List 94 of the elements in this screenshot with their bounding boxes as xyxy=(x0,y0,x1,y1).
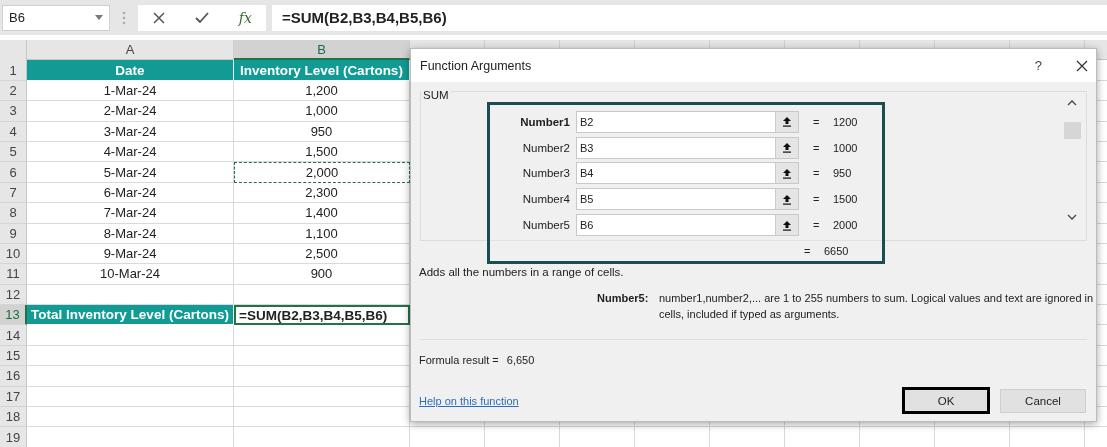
row-header[interactable]: 19 xyxy=(0,427,27,447)
formula-result-label: Formula result = xyxy=(419,354,499,366)
equals-sign: = xyxy=(813,141,821,154)
scroll-thumb[interactable] xyxy=(1063,121,1081,139)
table-cell: 5-Mar-24 xyxy=(27,162,234,183)
equals-sign: = xyxy=(804,245,812,257)
argument-label: Number4 xyxy=(521,193,571,206)
argument-result: 950 xyxy=(833,167,852,180)
dialog-title: Function Arguments xyxy=(420,58,533,73)
table-cell: 4-Mar-24 xyxy=(27,141,234,163)
table-cell: =SUM(B2,B3,B4,B5,B6) xyxy=(234,305,410,326)
table-cell: 6-Mar-24 xyxy=(27,182,234,204)
formula-field[interactable]: =SUM(B2,B3,B4,B5,B6) xyxy=(272,4,1107,31)
function-description: Adds all the numbers in a range of cells. xyxy=(419,266,624,278)
column-header[interactable]: A xyxy=(27,40,234,61)
row-header[interactable]: 1 xyxy=(0,60,27,81)
argument-help-text: number1,number2,... are 1 to 255 numbers to sum. Logical values and text are ignored in cells, included if typed as arguments. xyxy=(659,291,1095,322)
argument-result: 2000 xyxy=(833,219,858,232)
argument-label: Number3 xyxy=(521,167,571,180)
equals-sign: = xyxy=(813,193,821,206)
arrow-up-icon xyxy=(782,142,792,154)
scroll-up-icon[interactable] xyxy=(1067,100,1077,106)
argument-result: 1500 xyxy=(833,193,858,206)
checkmark-icon[interactable] xyxy=(194,10,211,25)
row-header[interactable]: 4 xyxy=(0,121,27,142)
name-box[interactable]: B6 xyxy=(2,4,110,31)
row-header[interactable]: 17 xyxy=(0,386,27,408)
function-name: SUM xyxy=(421,89,451,101)
argument-help-label: Number5: xyxy=(597,291,650,306)
row-header[interactable]: 9 xyxy=(0,223,27,244)
table-cell: 9-Mar-24 xyxy=(27,243,234,265)
argument-result: 1000 xyxy=(833,141,858,154)
row-header[interactable]: 3 xyxy=(0,101,27,122)
total-result: 6650 xyxy=(824,245,849,257)
row-header[interactable]: 14 xyxy=(0,325,27,346)
table-cell: 1,400 xyxy=(234,203,410,224)
dropdown-icon xyxy=(95,15,103,20)
collapse-button[interactable] xyxy=(775,137,798,158)
table-cell: 1,100 xyxy=(234,223,410,244)
table-cell: 7-Mar-24 xyxy=(27,203,234,224)
scroll-down-icon[interactable] xyxy=(1067,214,1077,220)
grip-icon xyxy=(122,9,126,26)
row-header[interactable]: 2 xyxy=(0,80,27,102)
row-header[interactable]: 10 xyxy=(0,243,27,265)
dialog-button[interactable]: OK xyxy=(902,387,990,414)
table-cell: 950 xyxy=(234,121,410,142)
argument-field[interactable]: B5 xyxy=(576,188,799,211)
argument-field[interactable]: B4 xyxy=(576,162,799,185)
collapse-button[interactable] xyxy=(775,111,798,132)
arrow-up-icon xyxy=(782,168,792,179)
table-cell: 8-Mar-24 xyxy=(27,223,234,244)
insert-function-button[interactable]: fx xyxy=(238,9,252,26)
table-cell: 3-Mar-24 xyxy=(27,121,234,142)
table-cell: 2-Mar-24 xyxy=(27,101,234,122)
equals-sign: = xyxy=(813,219,821,232)
argument-result: 1200 xyxy=(833,115,858,128)
arrow-up-icon xyxy=(782,116,792,128)
table-cell: 900 xyxy=(234,264,410,285)
row-header[interactable]: 6 xyxy=(0,162,27,183)
row-header[interactable]: 12 xyxy=(0,284,27,306)
table-cell: 10-Mar-24 xyxy=(27,264,234,285)
table-cell: Total Inventory Level (Cartons) xyxy=(27,305,234,326)
row-header[interactable]: 15 xyxy=(0,345,27,367)
dialog-button[interactable]: Cancel xyxy=(1000,388,1086,413)
equals-sign: = xyxy=(813,167,821,180)
cancel-icon[interactable] xyxy=(152,10,167,25)
equals-sign: = xyxy=(813,115,821,128)
help-link[interactable]: Help on this function xyxy=(419,394,892,407)
table-cell: Date xyxy=(27,60,234,81)
row-header[interactable]: 11 xyxy=(0,264,27,285)
argument-label: Number1 xyxy=(519,115,571,128)
argument-field[interactable]: B2 xyxy=(576,110,799,133)
row-header[interactable]: 13 xyxy=(0,305,27,326)
collapse-button[interactable] xyxy=(775,163,798,184)
argument-field[interactable]: B3 xyxy=(576,136,799,159)
row-header[interactable]: 5 xyxy=(0,141,27,163)
close-icon[interactable] xyxy=(1076,59,1088,72)
row-header[interactable]: 18 xyxy=(0,407,27,428)
row-header[interactable]: 8 xyxy=(0,203,27,224)
column-header[interactable]: B xyxy=(234,40,410,61)
table-cell: 1,000 xyxy=(234,101,410,122)
arrow-up-icon xyxy=(782,219,792,231)
table-cell: Inventory Level (Cartons) xyxy=(234,60,410,81)
help-button[interactable]: ? xyxy=(1034,58,1042,73)
collapse-button[interactable] xyxy=(775,215,798,236)
collapse-button[interactable] xyxy=(775,189,798,210)
formula-result-value: 6,650 xyxy=(506,354,535,366)
row-header[interactable]: 7 xyxy=(0,182,27,204)
argument-field[interactable]: B6 xyxy=(576,214,799,237)
row-header[interactable]: 16 xyxy=(0,366,27,387)
arrow-up-icon xyxy=(782,193,792,205)
table-cell: 1-Mar-24 xyxy=(27,80,234,102)
argument-label: Number5 xyxy=(521,219,571,232)
argument-label: Number2 xyxy=(521,141,571,154)
